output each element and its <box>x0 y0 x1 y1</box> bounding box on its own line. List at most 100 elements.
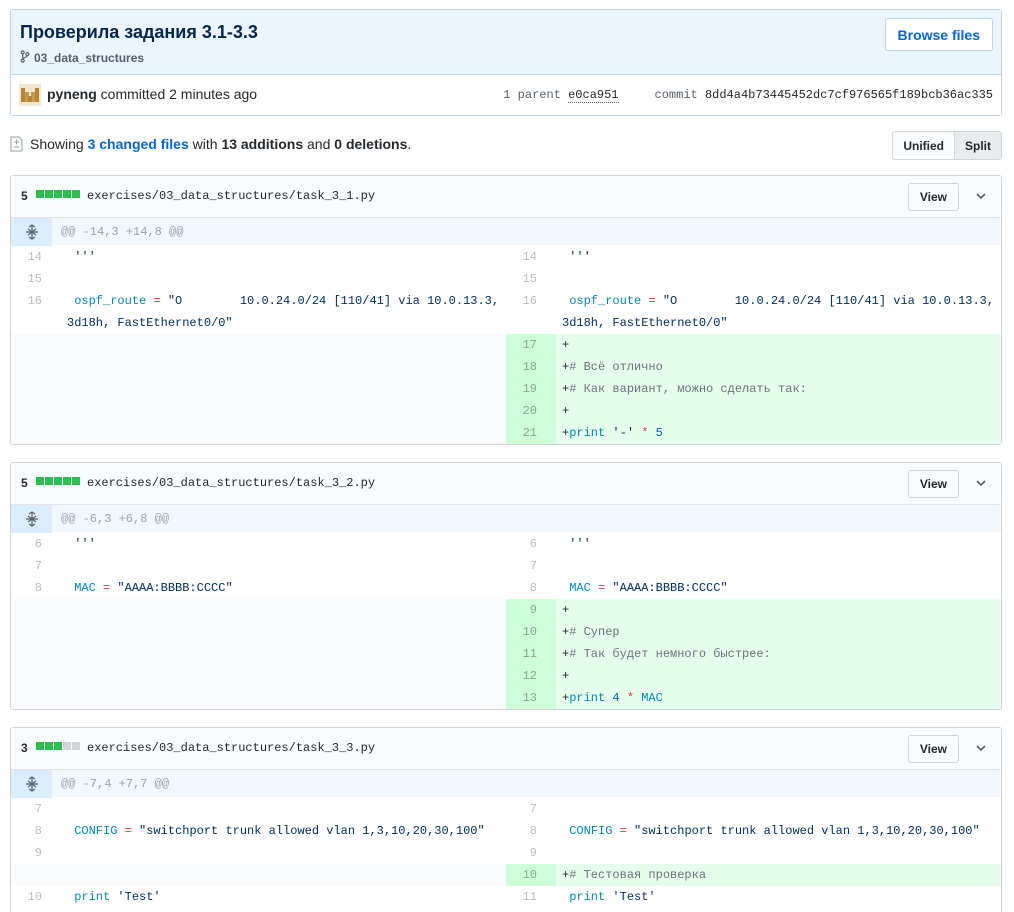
diff-row: 10 print 'Test' 11 print 'Test' <box>11 886 1001 908</box>
line-number-left[interactable]: 7 <box>11 798 61 820</box>
code-left-empty <box>61 422 506 444</box>
code-left-empty <box>61 599 506 621</box>
line-number-right[interactable]: 8 <box>506 820 556 842</box>
diffstat-block <box>36 190 44 198</box>
line-number-right[interactable]: 10 <box>506 621 556 643</box>
line-number-right[interactable]: 11 <box>506 886 556 908</box>
line-number-left[interactable]: 7 <box>11 555 61 577</box>
line-number-right[interactable]: 10 <box>506 864 556 886</box>
diffstat-block <box>36 477 44 485</box>
branch-name: 03_data_structures <box>34 51 145 65</box>
diff-row: 17 + <box>11 334 1001 356</box>
code-right-added: + <box>556 599 1001 621</box>
diff-table: 14 ''' 14 ''' 15 15 16 ospf_route = "O 10.0.… <box>11 246 1001 444</box>
line-number-left[interactable]: 8 <box>11 820 61 842</box>
code-left-empty <box>61 400 506 422</box>
code-left-empty <box>61 334 506 356</box>
line-number-right[interactable]: 18 <box>506 356 556 378</box>
line-number-left[interactable]: 6 <box>11 533 61 555</box>
line-number-right[interactable]: 9 <box>506 842 556 864</box>
line-number-right[interactable]: 19 <box>506 378 556 400</box>
parent-sha-link[interactable]: e0ca951 <box>568 88 619 103</box>
view-file-button[interactable]: View <box>907 183 959 211</box>
chevron-down-icon[interactable] <box>975 189 987 205</box>
changed-files-link[interactable]: 3 changed files <box>88 136 189 152</box>
line-number-right[interactable]: 7 <box>506 798 556 820</box>
diff-row: 77 <box>11 555 1001 577</box>
code-left-empty <box>61 665 506 687</box>
diff-view-toggle: Unified Split <box>892 131 1002 160</box>
line-number-right[interactable]: 15 <box>506 268 556 290</box>
file-diff: 3 exercises/03_data_structures/task_3_3.p… <box>10 727 1002 912</box>
code-right-added: +# Так будет немного быстрее: <box>556 643 1001 665</box>
view-file-button[interactable]: View <box>907 735 959 763</box>
line-number-right[interactable]: 12 <box>506 665 556 687</box>
code-left: ''' <box>74 537 96 551</box>
line-number-left-empty <box>11 356 61 378</box>
line-number-right[interactable]: 13 <box>506 687 556 709</box>
diff-row: 21 +print '-' * 5 <box>11 422 1001 444</box>
diffstat-block <box>63 190 71 198</box>
code-left <box>61 268 506 290</box>
commit-title-bar: Проверила задания 3.1-3.3 03_data_struct… <box>11 10 1001 75</box>
chevron-down-icon[interactable] <box>975 741 987 757</box>
diff-row: 19 +# Как вариант, можно сделать так: <box>11 378 1001 400</box>
line-number-right[interactable]: 21 <box>506 422 556 444</box>
line-number-right[interactable]: 8 <box>506 577 556 599</box>
line-number-left[interactable]: 16 <box>11 290 61 334</box>
line-number-right[interactable]: 14 <box>506 246 556 268</box>
expand-icon[interactable] <box>11 505 52 533</box>
line-number-left-empty <box>11 665 61 687</box>
diffstat-block <box>54 190 62 198</box>
avatar[interactable] <box>19 84 41 106</box>
code-right: MAC = "AAAA:BBBB:CCCC" <box>569 581 728 595</box>
chevron-down-icon[interactable] <box>975 476 987 492</box>
line-number-right[interactable]: 6 <box>506 533 556 555</box>
line-number-left[interactable]: 8 <box>11 577 61 599</box>
code-left-empty <box>61 356 506 378</box>
line-number-right[interactable]: 9 <box>506 599 556 621</box>
line-number-right[interactable]: 17 <box>506 334 556 356</box>
diff-row: 16 ospf_route = "O 10.0.24.0/24 [110/41]… <box>11 290 1001 334</box>
line-number-right[interactable]: 11 <box>506 643 556 665</box>
line-number-left[interactable]: 14 <box>11 246 61 268</box>
file-path[interactable]: exercises/03_data_structures/task_3_1.py <box>87 189 375 203</box>
diff-row: 15 15 <box>11 268 1001 290</box>
changes-count: 3 <box>21 741 28 755</box>
hunk-range: @@ -14,3 +14,8 @@ <box>61 225 184 239</box>
diff-summary: Showing 3 changed files with 13 addition… <box>30 136 411 152</box>
code-left <box>61 842 506 864</box>
diff-row: 10 +# Тестовая проверка <box>11 864 1001 886</box>
file-header: 5 exercises/03_data_structures/task_3_1.p… <box>11 176 1001 218</box>
line-number-right[interactable]: 7 <box>506 555 556 577</box>
split-button[interactable]: Split <box>955 131 1002 160</box>
changes-count: 5 <box>21 476 28 490</box>
diff-row: 8 CONFIG = "switchport trunk allowed vla… <box>11 820 1001 842</box>
code-left-empty <box>61 864 506 886</box>
summary-with: with <box>188 136 222 152</box>
line-number-left[interactable]: 9 <box>11 842 61 864</box>
code-left <box>61 555 506 577</box>
line-number-left[interactable]: 15 <box>11 268 61 290</box>
diffstat-block <box>54 477 62 485</box>
view-file-button[interactable]: View <box>907 470 959 498</box>
code-right: ospf_route = "O 10.0.24.0/24 [110/41] vi… <box>562 294 1002 330</box>
line-number-left[interactable]: 10 <box>11 886 61 908</box>
unified-button[interactable]: Unified <box>892 131 955 160</box>
line-number-left-empty <box>11 400 61 422</box>
expand-icon[interactable] <box>11 770 52 798</box>
author-name[interactable]: pyneng <box>47 86 97 102</box>
browse-files-button[interactable]: Browse files <box>884 18 993 51</box>
branch-label[interactable]: 03_data_structures <box>20 50 144 66</box>
line-number-right[interactable]: 16 <box>506 290 556 334</box>
hunk-range: @@ -7,4 +7,7 @@ <box>61 777 170 791</box>
diff-row: 6 ''' 6 ''' <box>11 533 1001 555</box>
expand-icon[interactable] <box>11 218 52 246</box>
diffstat-blocks <box>36 477 80 485</box>
file-diff: 5 exercises/03_data_structures/task_3_2.p… <box>10 462 1002 710</box>
file-path[interactable]: exercises/03_data_structures/task_3_2.py <box>87 476 375 490</box>
line-number-right[interactable]: 20 <box>506 400 556 422</box>
code-right-added: + <box>556 665 1001 687</box>
file-path[interactable]: exercises/03_data_structures/task_3_3.py <box>87 741 375 755</box>
diff-row: 20 + <box>11 400 1001 422</box>
